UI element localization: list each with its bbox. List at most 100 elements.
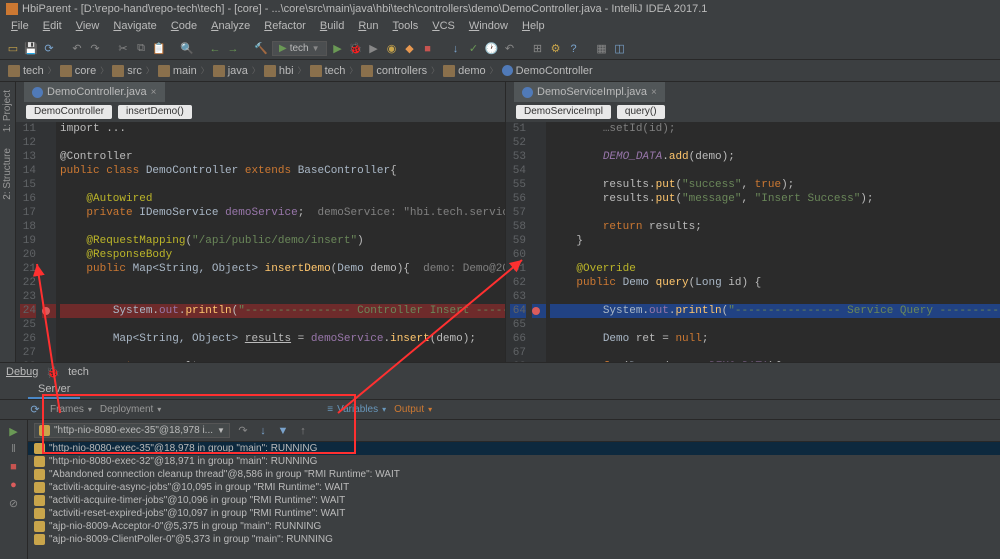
menu-view[interactable]: View bbox=[69, 18, 107, 38]
build-icon[interactable]: 🔨 bbox=[254, 42, 268, 56]
side-tab-project[interactable]: 1: Project bbox=[0, 82, 15, 140]
resume-icon[interactable]: ▶ bbox=[7, 424, 21, 438]
menu-build[interactable]: Build bbox=[313, 18, 351, 38]
menu-window[interactable]: Window bbox=[462, 18, 515, 38]
paste-icon[interactable]: 📋 bbox=[152, 42, 166, 56]
filter-icon[interactable]: ▼ bbox=[276, 424, 290, 438]
editor-tab-left[interactable]: DemoController.java × bbox=[24, 82, 165, 102]
vcs-history-icon[interactable]: 🕐 bbox=[485, 42, 499, 56]
code-line[interactable] bbox=[60, 136, 505, 150]
breadcrumb-item[interactable]: controllers bbox=[361, 65, 427, 77]
breadcrumb-item[interactable]: tech bbox=[8, 65, 44, 77]
editor-crumb[interactable]: DemoServiceImpl bbox=[516, 105, 611, 119]
debug-icon[interactable]: 🐞 bbox=[349, 42, 363, 56]
stop-icon[interactable]: ■ bbox=[421, 42, 435, 56]
menu-run[interactable]: Run bbox=[351, 18, 385, 38]
ext1-icon[interactable]: ▦ bbox=[595, 42, 609, 56]
code-line[interactable]: import ... bbox=[60, 122, 505, 136]
code-line[interactable] bbox=[60, 178, 505, 192]
code-line[interactable] bbox=[550, 206, 1000, 220]
code-line[interactable]: return results; bbox=[60, 360, 505, 362]
thread-row[interactable]: "ajp-nio-8009-Acceptor-0"@5,375 in group… bbox=[28, 520, 1000, 533]
editor-crumb[interactable]: DemoController bbox=[26, 105, 112, 119]
step-into-icon[interactable]: ↓ bbox=[256, 424, 270, 438]
thread-row[interactable]: "activiti-reset-expired-jobs"@10,097 in … bbox=[28, 507, 1000, 520]
step-out-icon[interactable]: ↑ bbox=[296, 424, 310, 438]
debug-sub-tab-server[interactable]: Server bbox=[28, 381, 80, 399]
code-line[interactable]: System.out.println("---------------- Ser… bbox=[550, 304, 1000, 318]
code-line[interactable]: @ResponseBody bbox=[60, 248, 505, 262]
code-line[interactable]: public class DemoController extends Base… bbox=[60, 164, 505, 178]
code-line[interactable] bbox=[60, 318, 505, 332]
code-line[interactable]: System.out.println("---------------- Con… bbox=[60, 304, 505, 318]
variables-section[interactable]: ≡ Variables▾ bbox=[327, 404, 386, 415]
code-editor-right[interactable]: 5152535455565758596061626364656667686970… bbox=[506, 122, 1000, 362]
forward-icon[interactable]: → bbox=[226, 42, 240, 56]
code-line[interactable]: DEMO_DATA.add(demo); bbox=[550, 150, 1000, 164]
side-tab-structure[interactable]: 2: Structure bbox=[0, 140, 15, 208]
breadcrumb-item[interactable]: DemoController bbox=[502, 65, 593, 77]
refresh-icon[interactable]: ⟳ bbox=[28, 403, 42, 417]
code-line[interactable] bbox=[550, 346, 1000, 360]
close-icon[interactable]: × bbox=[151, 87, 157, 98]
code-line[interactable]: return results; bbox=[550, 220, 1000, 234]
vcs-update-icon[interactable]: ↓ bbox=[449, 42, 463, 56]
mute-bp-icon[interactable]: ⊘ bbox=[7, 496, 21, 510]
stop-debug-icon[interactable]: ■ bbox=[7, 460, 21, 474]
code-line[interactable] bbox=[550, 164, 1000, 178]
breakpoint-icon[interactable] bbox=[532, 307, 540, 315]
menu-refactor[interactable]: Refactor bbox=[257, 18, 313, 38]
profiler-icon[interactable]: ◉ bbox=[385, 42, 399, 56]
code-line[interactable]: } bbox=[550, 234, 1000, 248]
breadcrumb-item[interactable]: tech bbox=[310, 65, 346, 77]
view-bp-icon[interactable]: ● bbox=[7, 478, 21, 492]
output-section[interactable]: Output▾ bbox=[394, 404, 432, 415]
step-over-icon[interactable]: ↷ bbox=[236, 424, 250, 438]
thread-row[interactable]: "activiti-acquire-async-jobs"@10,095 in … bbox=[28, 481, 1000, 494]
deployment-section[interactable]: Deployment▾ bbox=[100, 404, 161, 415]
thread-list[interactable]: "http-nio-8080-exec-35"@18,978 in group … bbox=[28, 442, 1000, 559]
help-icon[interactable]: ? bbox=[567, 42, 581, 56]
code-line[interactable]: private IDemoService demoService; demoSe… bbox=[60, 206, 505, 220]
save-icon[interactable]: 💾 bbox=[24, 42, 38, 56]
menu-help[interactable]: Help bbox=[515, 18, 552, 38]
code-line[interactable]: @Controller bbox=[60, 150, 505, 164]
back-icon[interactable]: ← bbox=[208, 42, 222, 56]
breakpoint-icon[interactable] bbox=[42, 307, 50, 315]
menu-vcs[interactable]: VCS bbox=[425, 18, 462, 38]
code-line[interactable]: for(Demo demo : DEMO_DATA){ bbox=[550, 360, 1000, 362]
vcs-revert-icon[interactable]: ↶ bbox=[503, 42, 517, 56]
code-line[interactable] bbox=[550, 318, 1000, 332]
close-icon[interactable]: × bbox=[651, 87, 657, 98]
breadcrumb-item[interactable]: hbi bbox=[264, 65, 294, 77]
code-line[interactable]: @RequestMapping("/api/public/demo/insert… bbox=[60, 234, 505, 248]
menu-edit[interactable]: Edit bbox=[36, 18, 69, 38]
code-line[interactable] bbox=[60, 346, 505, 360]
code-line[interactable]: @Override bbox=[550, 262, 1000, 276]
undo-icon[interactable]: ↶ bbox=[70, 42, 84, 56]
code-line[interactable]: Demo ret = null; bbox=[550, 332, 1000, 346]
menu-analyze[interactable]: Analyze bbox=[204, 18, 257, 38]
code-line[interactable]: public Map<String, Object> insertDemo(De… bbox=[60, 262, 505, 276]
run-config-selector[interactable]: ▶ tech ▼ bbox=[272, 41, 327, 56]
structure-icon[interactable]: ⊞ bbox=[531, 42, 545, 56]
open-icon[interactable]: ▭ bbox=[6, 42, 20, 56]
editor-crumb[interactable]: insertDemo() bbox=[118, 105, 192, 119]
code-line[interactable]: results.put("success", true); bbox=[550, 178, 1000, 192]
code-line[interactable] bbox=[550, 290, 1000, 304]
copy-icon[interactable]: ⧉ bbox=[134, 42, 148, 56]
redo-icon[interactable]: ↷ bbox=[88, 42, 102, 56]
thread-selector[interactable]: "http-nio-8080-exec-35"@18,978 i... ▼ bbox=[34, 423, 230, 438]
gear-icon[interactable]: ⚙ bbox=[549, 42, 563, 56]
breadcrumb-item[interactable]: java bbox=[213, 65, 248, 77]
editor-crumb[interactable]: query() bbox=[617, 105, 665, 119]
breadcrumb-item[interactable]: demo bbox=[443, 65, 486, 77]
sync-icon[interactable]: ⟳ bbox=[42, 42, 56, 56]
code-line[interactable] bbox=[550, 248, 1000, 262]
thread-row[interactable]: "ajp-nio-8009-ClientPoller-0"@5,373 in g… bbox=[28, 533, 1000, 546]
code-line[interactable] bbox=[550, 136, 1000, 150]
menu-file[interactable]: File bbox=[4, 18, 36, 38]
code-line[interactable] bbox=[60, 276, 505, 290]
thread-row[interactable]: "Abandoned connection cleanup thread"@8,… bbox=[28, 468, 1000, 481]
ext2-icon[interactable]: ◫ bbox=[613, 42, 627, 56]
